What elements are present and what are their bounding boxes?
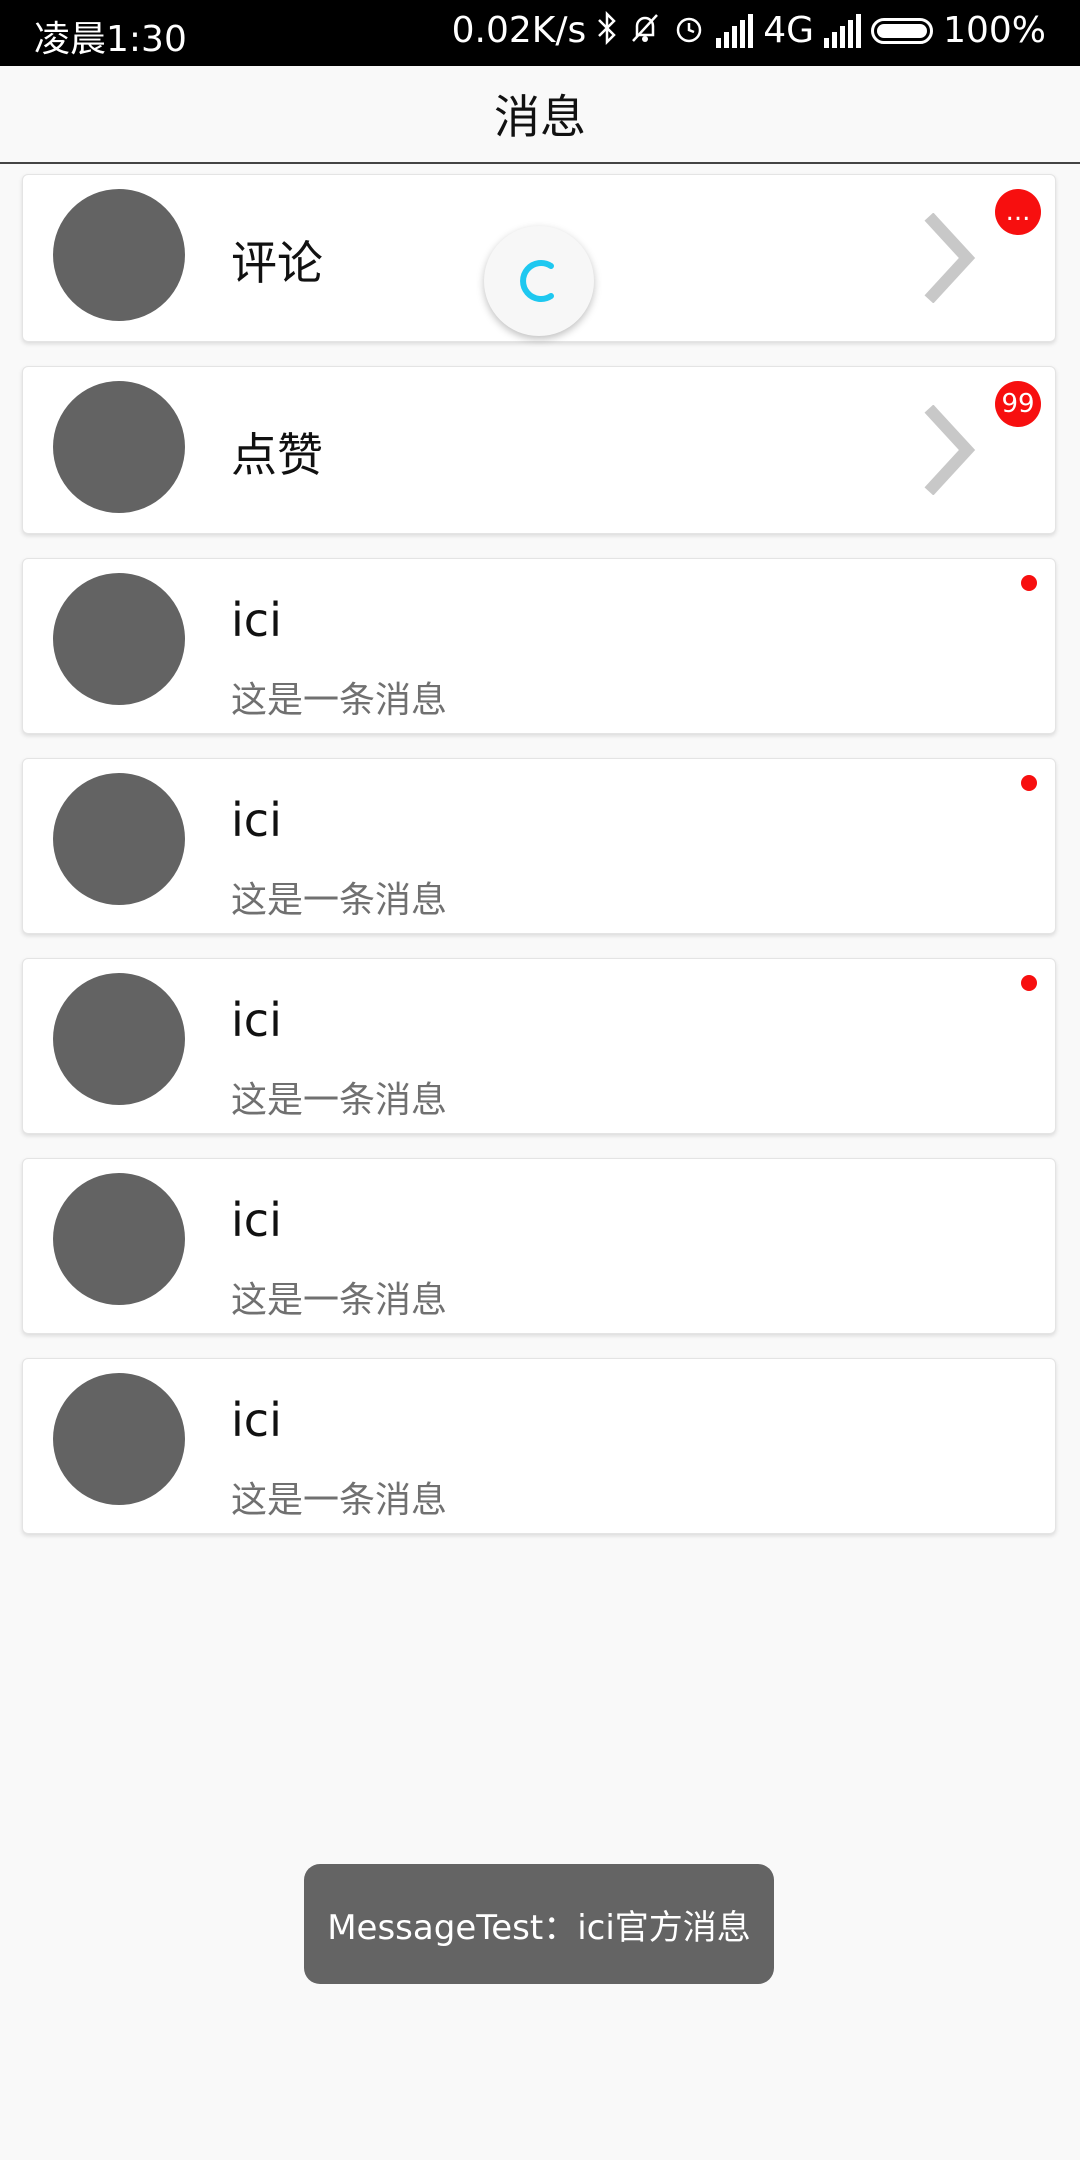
sender-name: ici	[231, 1193, 282, 1247]
page-title: 消息	[494, 90, 586, 144]
app-bar: 消息	[0, 66, 1080, 164]
network-type: 4G	[763, 10, 815, 51]
sender-name: ici	[231, 793, 282, 847]
message-preview: 这是一条消息	[231, 1080, 448, 1121]
status-bar: 凌晨1:30 0.02K/s 4G 100%	[0, 0, 1080, 66]
unread-dot	[1021, 575, 1037, 591]
alarm-icon	[672, 11, 706, 51]
message-preview: 这是一条消息	[231, 1280, 448, 1321]
unread-dot	[1021, 775, 1037, 791]
list-item-likes[interactable]: 点赞 99	[22, 366, 1056, 534]
mute-bell-icon	[628, 11, 662, 51]
net-speed: 0.02K/s	[451, 10, 587, 51]
list-item-message[interactable]: ici 这是一条消息	[22, 958, 1056, 1134]
chevron-right-icon	[924, 213, 976, 303]
sender-name: ici	[231, 593, 282, 647]
list-item-message[interactable]: ici 这是一条消息	[22, 758, 1056, 934]
sender-name: ici	[231, 1393, 282, 1447]
list-item-message[interactable]: ici 这是一条消息	[22, 1158, 1056, 1334]
message-preview: 这是一条消息	[231, 680, 448, 721]
avatar	[53, 773, 185, 905]
avatar	[53, 973, 185, 1105]
unread-dot	[1021, 975, 1037, 991]
message-preview: 这是一条消息	[231, 1480, 448, 1521]
item-title: 点赞	[231, 428, 323, 482]
message-preview: 这是一条消息	[231, 880, 448, 921]
sender-name: ici	[231, 993, 282, 1047]
signal-icon	[824, 13, 862, 48]
status-icons: 0.02K/s 4G 100%	[452, 10, 1046, 51]
avatar	[53, 1173, 185, 1305]
unread-badge: ...	[995, 189, 1041, 235]
toast-message: MessageTest：ici官方消息	[304, 1864, 774, 1984]
toast-text: MessageTest：ici官方消息	[327, 1907, 751, 1948]
battery-level: 100%	[943, 10, 1046, 51]
loading-icon	[520, 260, 554, 302]
item-title: 评论	[231, 236, 323, 290]
chevron-right-icon	[924, 405, 976, 495]
avatar	[53, 573, 185, 705]
avatar	[53, 381, 185, 513]
bluetooth-icon	[596, 10, 618, 51]
unread-badge: 99	[995, 381, 1041, 427]
avatar	[53, 1373, 185, 1505]
hd-signal-icon	[716, 13, 754, 48]
refresh-spinner	[484, 226, 594, 336]
list-item-message[interactable]: ici 这是一条消息	[22, 1358, 1056, 1534]
avatar	[53, 189, 185, 321]
list-item-message[interactable]: ici 这是一条消息	[22, 558, 1056, 734]
status-time: 凌晨1:30	[34, 19, 187, 60]
battery-icon	[871, 17, 934, 44]
